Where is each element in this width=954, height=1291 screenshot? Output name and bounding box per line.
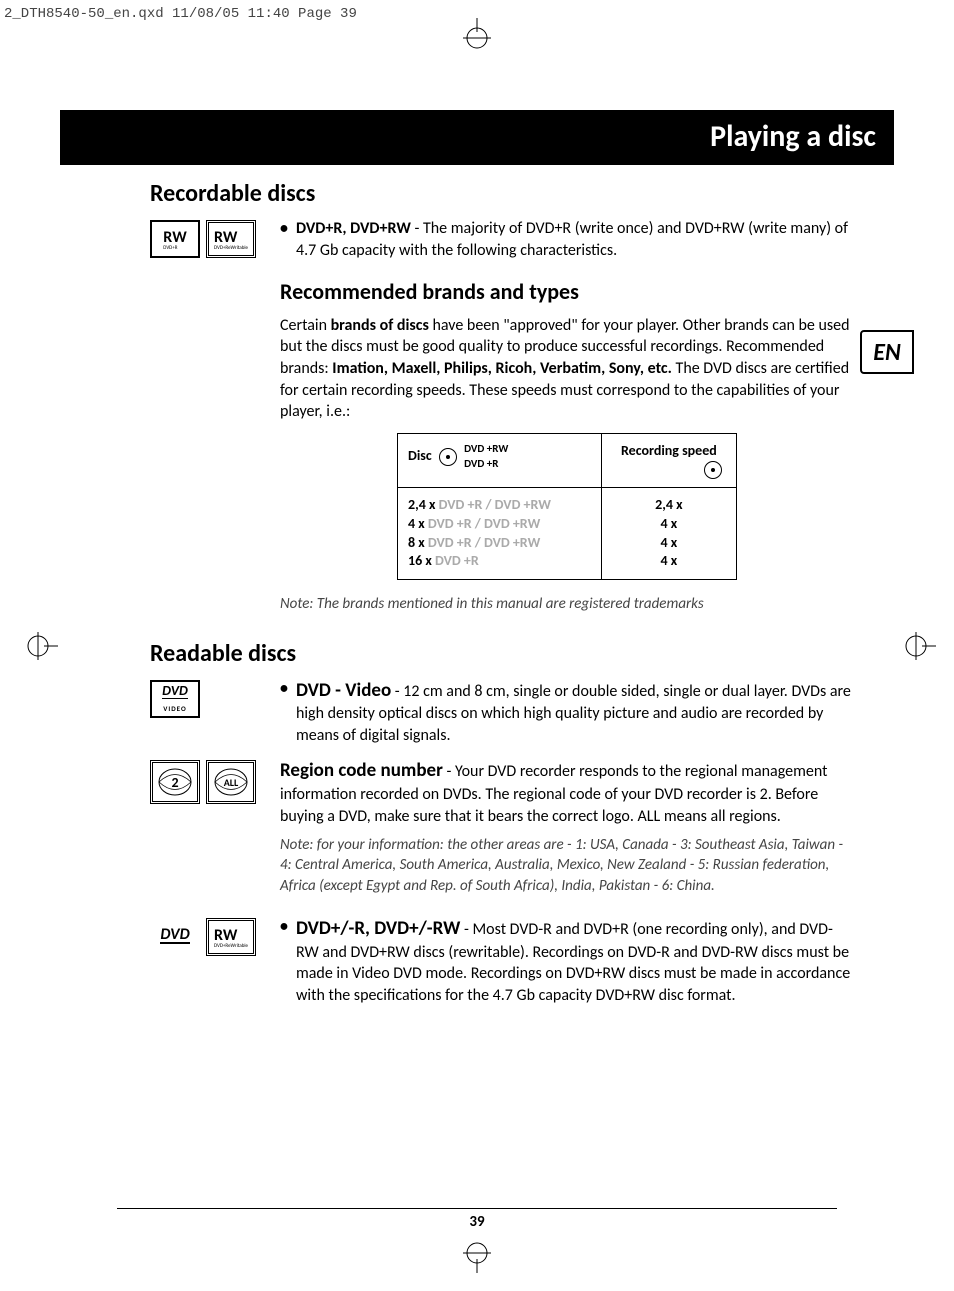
table-disc-cells: 2,4 x DVD +R / DVD +RW 4 x DVD +R / DVD … [398, 488, 602, 580]
bullet-dot: • [280, 218, 288, 267]
dvd-video-text: DVD - Video - 12 cm and 8 cm, single or … [296, 678, 854, 747]
region-2-icon: 2 [150, 760, 200, 804]
recommended-brands-para: Certain brands of discs have been "appro… [280, 315, 854, 423]
region-text: Region code number - Your DVD recorder r… [280, 758, 854, 827]
dvd-rw-logo-icon: RWDVD+ReWritable [206, 918, 256, 956]
disc-icon [439, 448, 457, 466]
table-header-speed: Recording speed [602, 434, 736, 487]
section-readable-heading: Readable discs [150, 639, 894, 668]
dvd-plus-rw-icon: RWDVD+ReWritable [206, 220, 256, 258]
crop-mark-bottom [457, 1233, 497, 1273]
recordable-bullet: DVD+R, DVD+RW - The majority of DVD+R (w… [296, 218, 854, 261]
print-job-header: 2_DTH8540-50_en.qxd 11/08/05 11:40 Page … [4, 6, 357, 22]
crop-mark-top [457, 18, 497, 58]
region-note: Note: for your information: the other ar… [280, 835, 854, 896]
recommended-brands-heading: Recommended brands and types [280, 277, 854, 307]
dvd-rw-text: DVD+/-R, DVD+/-RW - Most DVD-R and DVD+R… [296, 916, 854, 1006]
svg-text:ALL: ALL [224, 776, 239, 789]
page-number: 39 [117, 1208, 837, 1231]
disc-icon [704, 461, 722, 479]
dvd-logo-icon: DVD [150, 918, 200, 956]
recordable-icons: RWDVD+R RWDVD+ReWritable [150, 218, 270, 621]
dvd-rw-icon-col: DVD RWDVD+ReWritable [150, 916, 270, 1012]
dvd-video-icon-col: DVDVIDEO [150, 678, 270, 753]
svg-text:2: 2 [171, 774, 178, 791]
table-speed-cells: 2,4 x 4 x 4 x 4 x [602, 488, 736, 580]
chapter-title-bar: Playing a disc [60, 110, 894, 165]
crop-mark-right [896, 626, 936, 666]
region-all-icon: ALL [206, 760, 256, 804]
page-content: Playing a disc EN Recordable discs RWDVD… [60, 60, 894, 1231]
crop-mark-left [18, 626, 58, 666]
language-tab: EN [860, 330, 914, 374]
trademark-note: Note: The brands mentioned in this manua… [280, 594, 854, 614]
bullet-dot: • [280, 916, 288, 1012]
section-recordable-heading: Recordable discs [150, 179, 894, 208]
speed-table: Disc DVD +RW DVD +R Recording speed 2,4 … [397, 433, 737, 580]
region-icon-col: 2 ALL [150, 758, 270, 902]
table-header-disc: Disc DVD +RW DVD +R [398, 434, 602, 487]
bullet-dot: • [280, 678, 288, 753]
dvd-video-icon: DVDVIDEO [150, 680, 200, 718]
dvd-plus-r-icon: RWDVD+R [150, 220, 200, 258]
